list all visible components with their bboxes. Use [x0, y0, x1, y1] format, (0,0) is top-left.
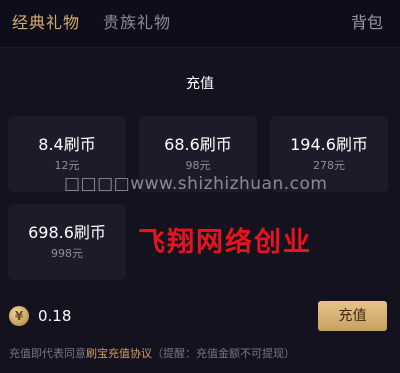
package-amount: 194.6刷币: [290, 135, 368, 154]
watermark-url: □□□□www.shizhizhuan.com: [64, 174, 328, 194]
tab-noble-gifts[interactable]: 贵族礼物: [103, 12, 171, 34]
package-price: 998元: [51, 247, 83, 260]
agreement-note: （提醒：充值金额不可提现）: [152, 347, 295, 360]
watermark-text: 飞翔网络创业: [138, 227, 312, 258]
agreement-link[interactable]: 刷宝充值协议: [86, 347, 152, 360]
package-price: 98元: [185, 159, 211, 172]
package-price: 278元: [313, 159, 345, 172]
tab-classic-gifts[interactable]: 经典礼物: [12, 12, 80, 34]
agreement-text: 充值即代表同意刷宝充值协议（提醒：充值金额不可提现）: [9, 346, 295, 362]
balance-value: 0.18: [38, 307, 72, 325]
backpack-button[interactable]: 背包: [351, 12, 383, 34]
recharge-button[interactable]: 充值: [318, 301, 387, 331]
agreement-prefix: 充值即代表同意: [9, 347, 86, 360]
package-amount: 698.6刷币: [28, 223, 106, 242]
coin-icon: ¥: [9, 306, 29, 326]
package-price: 12元: [54, 159, 80, 172]
package-amount: 8.4刷币: [38, 135, 96, 154]
section-title: 充值: [186, 76, 214, 92]
package-amount: 68.6刷币: [164, 135, 232, 154]
gift-tab-bar: 经典礼物 贵族礼物 背包: [0, 0, 400, 46]
recharge-package-card[interactable]: 698.6刷币 998元: [8, 204, 126, 280]
